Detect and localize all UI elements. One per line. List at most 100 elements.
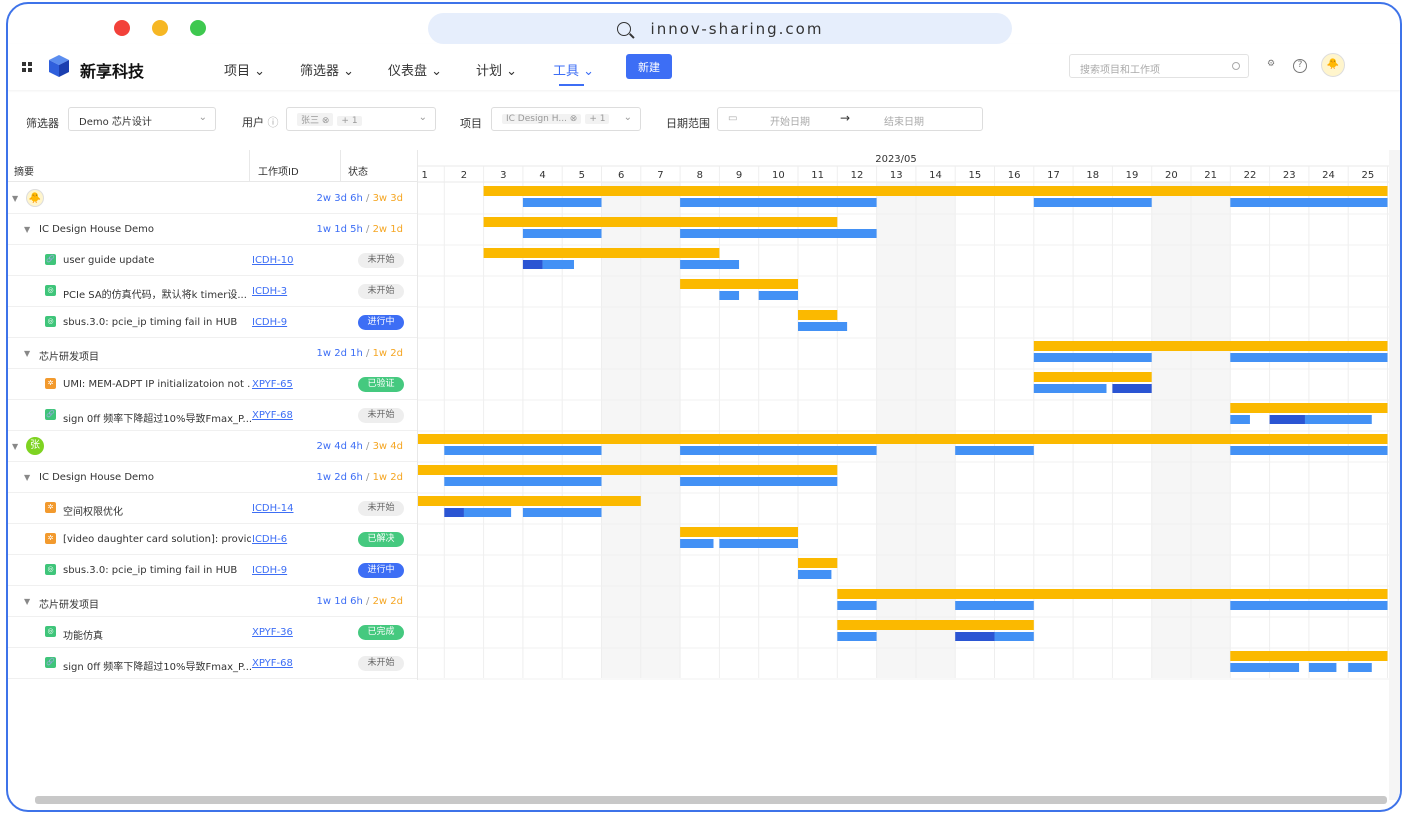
brand-logo-icon xyxy=(49,55,69,77)
table-row[interactable]: ✲ UMI: MEM-ADPT IP initializatoion not ..… xyxy=(8,369,417,400)
actual-bar xyxy=(680,229,877,238)
project-group-row[interactable]: ▼ 1w 1d 5h / 2w 1d IC Design House Demo xyxy=(8,214,417,245)
table-row[interactable]: ◎ sbus.3.0: pcie_ip timing fail in HUB ICD… xyxy=(8,307,417,338)
nav-dashboard[interactable]: 仪表盘 ⌄ xyxy=(388,60,442,79)
task-title[interactable]: [video daughter card solution]: provid..… xyxy=(63,534,251,545)
actual-bar xyxy=(444,477,602,486)
search-input[interactable]: 搜索项目和工作项 xyxy=(1069,54,1249,78)
user-filter-label: 用户 ⓘ xyxy=(242,116,279,129)
table-row[interactable]: ◎ sbus.3.0: pcie_ip timing fail in HUB ICD… xyxy=(8,555,417,586)
table-row[interactable]: ✲ [video daughter card solution]: provid.… xyxy=(8,524,417,555)
date-range-picker[interactable]: ▭ 开始日期 → 结束日期 xyxy=(717,107,983,131)
status-badge[interactable]: 未开始 xyxy=(358,253,404,268)
project-tag: IC Design H... ⊗ xyxy=(502,114,582,124)
table-row[interactable]: ✲ 空间权限优化 ICDH-14 未开始 xyxy=(8,493,417,524)
task-title[interactable]: user guide update xyxy=(63,255,251,266)
column-id[interactable]: 工作项ID xyxy=(258,163,299,178)
task-title[interactable]: PCIe SA的仿真代码，默认将k timer设... xyxy=(63,286,251,301)
table-row[interactable]: 🔗 user guide update ICDH-10 未开始 xyxy=(8,245,417,276)
work-item-id-link[interactable]: XPYF-36 xyxy=(252,627,293,638)
address-bar[interactable]: innov-sharing.com xyxy=(428,13,1012,44)
table-row[interactable]: 🔗 sign 0ff 频率下降超过10%导致Fmax_P... XPYF-68 未开始 xyxy=(8,648,417,679)
nav-projects[interactable]: 项目 ⌄ xyxy=(224,60,265,79)
user-avatar[interactable]: 🐥 xyxy=(1321,53,1345,77)
user-select[interactable]: 张三 ⊗ + 1 ⌄ xyxy=(286,107,436,131)
table-row[interactable]: ◎ 功能仿真 XPYF-36 已完成 xyxy=(8,617,417,648)
date-end[interactable]: 结束日期 xyxy=(884,113,924,128)
time-estimate: 1w 2d 6h / 1w 2d xyxy=(316,472,403,483)
table-row[interactable]: 🔗 sign 0ff 频率下降超过10%导致Fmax_P... XPYF-68 未开始 xyxy=(8,400,417,431)
new-button[interactable]: 新建 xyxy=(626,54,672,79)
status-badge[interactable]: 已完成 xyxy=(358,625,404,640)
status-badge[interactable]: 进行中 xyxy=(358,315,404,330)
filter-select[interactable]: Demo 芯片设计 ⌄ xyxy=(68,107,216,131)
actual-bar xyxy=(444,446,602,455)
status-badge[interactable]: 已验证 xyxy=(358,377,404,392)
work-item-id-link[interactable]: XPYF-65 xyxy=(252,379,293,390)
status-badge[interactable]: 进行中 xyxy=(358,563,404,578)
day-tick-label: 8 xyxy=(697,170,703,181)
collapse-toggle-icon[interactable]: ▼ xyxy=(24,597,30,606)
time-estimate: 2w 4d 4h / 3w 4d xyxy=(316,441,403,452)
work-item-id-link[interactable]: ICDH-3 xyxy=(252,286,287,297)
status-badge[interactable]: 未开始 xyxy=(358,408,404,423)
actual-bar xyxy=(1230,353,1388,362)
collapse-toggle-icon[interactable]: ▼ xyxy=(24,225,30,234)
timeline-month: 2023/05 xyxy=(875,154,917,165)
task-title[interactable]: UMI: MEM-ADPT IP initializatoion not ... xyxy=(63,379,251,390)
collapse-toggle-icon[interactable]: ▼ xyxy=(24,349,30,358)
planned-bar xyxy=(1033,372,1152,382)
story-type-icon: 🔗 xyxy=(45,409,56,420)
vertical-scrollbar[interactable] xyxy=(1389,150,1400,800)
nav-plan[interactable]: 计划 ⌄ xyxy=(476,60,517,79)
date-start[interactable]: 开始日期 xyxy=(770,113,810,128)
planned-bar xyxy=(798,310,838,320)
task-type-icon: ◎ xyxy=(45,626,56,637)
task-title[interactable]: 空间权限优化 xyxy=(63,503,251,518)
collapse-toggle-icon[interactable]: ▼ xyxy=(24,473,30,482)
horizontal-scrollbar[interactable] xyxy=(35,796,1387,804)
app-grid-icon[interactable] xyxy=(22,62,32,72)
collapse-toggle-icon[interactable]: ▼ xyxy=(12,442,18,451)
help-icon[interactable]: ? xyxy=(1293,59,1307,73)
planned-bar xyxy=(483,217,838,227)
project-group-row[interactable]: ▼ 1w 2d 6h / 1w 2d IC Design House Demo xyxy=(8,462,417,493)
column-summary[interactable]: 摘要 xyxy=(14,163,34,178)
column-status[interactable]: 状态 xyxy=(348,163,368,178)
table-row[interactable]: ◎ PCIe SA的仿真代码，默认将k timer设... ICDH-3 未开始 xyxy=(8,276,417,307)
time-estimate: 1w 1d 6h / 2w 2d xyxy=(316,596,403,607)
close-window-dot[interactable] xyxy=(114,20,130,36)
collapse-toggle-icon[interactable]: ▼ xyxy=(12,194,18,203)
work-item-id-link[interactable]: ICDH-9 xyxy=(252,565,287,576)
work-item-id-link[interactable]: ICDH-6 xyxy=(252,534,287,545)
task-title[interactable]: sign 0ff 频率下降超过10%导致Fmax_P... xyxy=(63,410,251,425)
project-group-row[interactable]: ▼ 1w 2d 1h / 1w 2d 芯片研发项目 xyxy=(8,338,417,369)
maximize-window-dot[interactable] xyxy=(190,20,206,36)
planned-bar xyxy=(798,558,838,568)
actual-bar xyxy=(719,291,740,300)
nav-tools[interactable]: 工具 ⌄ xyxy=(553,60,594,86)
work-item-id-link[interactable]: ICDH-10 xyxy=(252,255,293,266)
task-title[interactable]: sbus.3.0: pcie_ip timing fail in HUB xyxy=(63,565,251,576)
status-badge[interactable]: 未开始 xyxy=(358,284,404,299)
work-item-id-link[interactable]: ICDH-14 xyxy=(252,503,293,514)
settings-gear-icon[interactable]: ⚙ xyxy=(1264,59,1278,73)
user-group-row[interactable]: ▼ 2w 3d 6h / 3w 3d 🐥 xyxy=(8,183,417,214)
project-select[interactable]: IC Design H... ⊗ + 1 ⌄ xyxy=(491,107,641,131)
task-title[interactable]: sign 0ff 频率下降超过10%导致Fmax_P... xyxy=(63,658,251,673)
status-badge[interactable]: 已解决 xyxy=(358,532,404,547)
project-group-row[interactable]: ▼ 1w 1d 6h / 2w 2d 芯片研发项目 xyxy=(8,586,417,617)
minimize-window-dot[interactable] xyxy=(152,20,168,36)
status-badge[interactable]: 未开始 xyxy=(358,656,404,671)
task-title[interactable]: sbus.3.0: pcie_ip timing fail in HUB xyxy=(63,317,251,328)
arrow-right-icon: → xyxy=(840,111,851,125)
work-item-id-link[interactable]: XPYF-68 xyxy=(252,658,293,669)
work-item-id-link[interactable]: ICDH-9 xyxy=(252,317,287,328)
status-badge[interactable]: 未开始 xyxy=(358,501,404,516)
work-item-id-link[interactable]: XPYF-68 xyxy=(252,410,293,421)
nav-filters[interactable]: 筛选器 ⌄ xyxy=(300,60,354,79)
actual-bar xyxy=(798,322,848,331)
day-tick-label: 3 xyxy=(500,170,506,181)
user-group-row[interactable]: ▼ 2w 4d 4h / 3w 4d 张 xyxy=(8,431,417,462)
task-title[interactable]: 功能仿真 xyxy=(63,627,251,642)
